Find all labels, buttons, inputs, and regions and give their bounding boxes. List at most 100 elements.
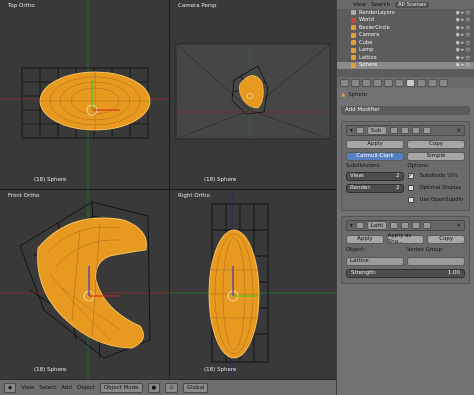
copy-button[interactable]: Copy [407, 139, 465, 149]
render-toggle-icon[interactable] [389, 127, 398, 134]
view-levels-field[interactable]: View: 2 [346, 171, 404, 181]
visibility-toggle-icons[interactable]: ◉ ▸ ◷ [456, 10, 470, 16]
viewport-label: Camera Persp [178, 3, 217, 9]
outliner-search-menu[interactable]: Search [371, 2, 390, 8]
visibility-toggle-icons[interactable]: ◉ ▸ ◷ [456, 17, 470, 23]
subsurf-type-icon [355, 127, 364, 134]
world-tab-icon[interactable] [373, 78, 382, 87]
catmull-clark-button[interactable]: Catmull-Clark [346, 151, 404, 161]
viewport-front-ortho[interactable]: Front Ortho (18) Sphere [0, 190, 169, 379]
outliner-view-menu[interactable]: View [353, 2, 366, 8]
apply-button[interactable]: Apply [346, 139, 404, 149]
close-icon[interactable]: ✕ [456, 128, 461, 134]
outliner-item[interactable]: Lattice ◉ ▸ ◷ [337, 54, 474, 62]
object-tab-icon[interactable] [384, 78, 393, 87]
outliner-item-label: Camera [359, 32, 380, 39]
outliner: View Search All Scenes RenderLayers ◉ ▸ ◷… [337, 0, 474, 77]
vertex-group-field[interactable] [407, 256, 465, 266]
visibility-toggle-icons[interactable]: ◉ ▸ ◷ [456, 47, 470, 53]
outliner-item-label: Cube [359, 39, 373, 46]
viewport-divider-horizontal[interactable] [0, 189, 336, 190]
constraints-tab-icon[interactable] [395, 78, 404, 87]
viewport-object-label: (18) Sphere [204, 367, 237, 373]
outliner-item[interactable]: Cube ◉ ▸ ◷ [337, 39, 474, 47]
outliner-item[interactable]: Sphere ◉ ▸ ◷ [337, 61, 474, 69]
collapse-arrow-icon[interactable]: ▾ [350, 223, 353, 229]
lattice-modifier: ▾ Latti ✕ Apply Apply as Sha... Copy Obj… [341, 216, 470, 284]
outliner-item[interactable]: Camera ◉ ▸ ◷ [337, 32, 474, 40]
lattice-header: ▾ Latti ✕ [346, 220, 465, 231]
viewport-top-ortho[interactable]: Top Ortho (18) Sphere [0, 0, 169, 189]
viewport-toggle-icon[interactable] [400, 127, 409, 134]
object-menu[interactable]: Object [77, 385, 95, 391]
optimal-display-checkbox[interactable] [407, 185, 414, 191]
render-levels-field[interactable]: Render: 2 [346, 183, 404, 193]
cage-toggle-icon[interactable] [422, 222, 431, 229]
object-type-icon [351, 55, 356, 61]
subdivide-uvs-checkbox[interactable]: ✓ [407, 173, 414, 179]
texture-tab-icon[interactable] [439, 78, 448, 87]
outliner-item[interactable]: Lamp ◉ ▸ ◷ [337, 47, 474, 55]
viewport-object-label: (18) Sphere [204, 177, 237, 183]
viewport-object-label: (18) Sphere [34, 367, 67, 373]
3d-view-header: ◆ View Select Add Object Object Mode ● ⊙… [0, 379, 336, 395]
editmode-toggle-icon[interactable] [411, 127, 420, 134]
render-toggle-icon[interactable] [389, 222, 398, 229]
visibility-toggle-icons[interactable]: ◉ ▸ ◷ [456, 55, 470, 61]
render-tab-icon[interactable] [340, 78, 349, 87]
strength-slider[interactable]: Strength: 1.00 [346, 268, 465, 278]
object-type-icon [351, 10, 356, 16]
copy-button[interactable]: Copy [427, 234, 466, 244]
use-opensubdiv-label: Use OpenSubdiv [419, 197, 464, 203]
editmode-toggle-icon[interactable] [411, 222, 420, 229]
visibility-toggle-icons[interactable]: ◉ ▸ ◷ [456, 40, 470, 46]
pivot-dropdown[interactable]: ⊙ [165, 382, 178, 393]
add-modifier-dropdown[interactable]: Add Modifier [341, 105, 470, 115]
subdivide-uvs-label: Subdivide UVs [419, 173, 458, 179]
outliner-list: RenderLayers ◉ ▸ ◷ World ◉ ▸ ◷ BezierCircle ◉… [337, 9, 474, 69]
outliner-item-label: BezierCircle [359, 24, 390, 31]
viewport-right-ortho[interactable]: Right Ortho (18) Sphere [170, 190, 336, 379]
visibility-toggle-icons[interactable]: ◉ ▸ ◷ [456, 62, 470, 68]
outliner-display-mode[interactable]: All Scenes [394, 1, 430, 8]
material-tab-icon[interactable] [428, 78, 437, 87]
apply-button[interactable]: Apply [346, 234, 384, 244]
cage-toggle-icon[interactable] [422, 127, 431, 134]
close-icon[interactable]: ✕ [456, 223, 461, 229]
data-tab-icon[interactable] [417, 78, 426, 87]
simple-button[interactable]: Simple [407, 151, 465, 161]
visibility-toggle-icons[interactable]: ◉ ▸ ◷ [456, 32, 470, 38]
front-ortho-scene [0, 190, 169, 379]
subsurf-name-field[interactable]: Sub [366, 126, 387, 135]
viewport-label: Top Ortho [8, 3, 35, 9]
object-type-icon [351, 62, 356, 68]
apply-as-shape-button[interactable]: Apply as Sha... [386, 233, 425, 245]
lattice-name-field[interactable]: Latti [366, 221, 387, 230]
visibility-toggle-icons[interactable]: ◉ ▸ ◷ [456, 25, 470, 31]
select-menu[interactable]: Select [39, 385, 56, 391]
view-menu[interactable]: View [21, 385, 34, 391]
outliner-item-label: World [359, 17, 374, 24]
right-ortho-scene [170, 190, 336, 379]
outliner-item[interactable]: RenderLayers ◉ ▸ ◷ [337, 9, 474, 17]
shading-dropdown[interactable]: ● [147, 382, 161, 393]
scene-tab-icon[interactable] [362, 78, 371, 87]
outliner-item[interactable]: BezierCircle ◉ ▸ ◷ [337, 24, 474, 32]
editor-type-icon[interactable]: ◆ [4, 382, 17, 393]
outliner-header: View Search All Scenes [337, 0, 474, 9]
viewport-camera-persp[interactable]: Camera Persp (18) Sphere [170, 0, 336, 189]
orientation-dropdown[interactable]: Global [182, 382, 209, 393]
object-icon: ▲ [341, 92, 346, 98]
viewport-toggle-icon[interactable] [400, 222, 409, 229]
mode-dropdown[interactable]: Object Mode [99, 382, 143, 393]
render-layers-tab-icon[interactable] [351, 78, 360, 87]
add-menu[interactable]: Add [61, 385, 72, 391]
optimal-display-label: Optimal Display [419, 185, 462, 191]
modifiers-tab-icon[interactable] [406, 78, 415, 87]
collapse-arrow-icon[interactable]: ▾ [350, 128, 353, 134]
use-opensubdiv-checkbox[interactable] [407, 197, 414, 203]
lattice-object-field[interactable]: Lattice [346, 256, 404, 266]
top-ortho-scene [0, 0, 169, 189]
outliner-item[interactable]: World ◉ ▸ ◷ [337, 17, 474, 25]
outliner-item-label: Sphere [359, 62, 378, 69]
